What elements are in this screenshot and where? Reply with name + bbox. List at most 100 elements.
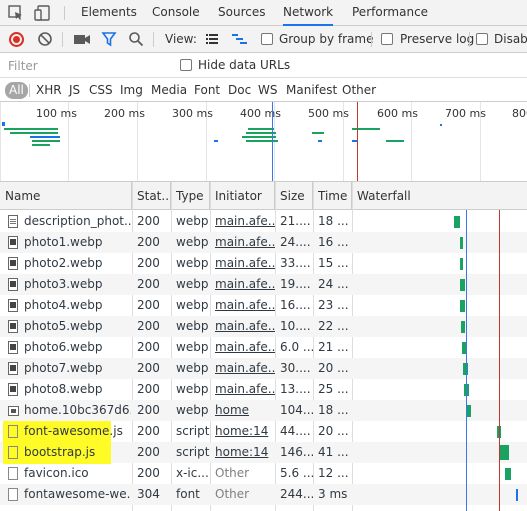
request-initiator-link[interactable]: main.afe... — [210, 253, 275, 274]
filter-funnel-icon[interactable] — [101, 31, 117, 50]
hide-data-urls-checkbox[interactable] — [180, 59, 192, 71]
type-filter-manifest[interactable]: Manifest — [283, 82, 340, 99]
request-type: webp — [176, 256, 209, 270]
type-filter-other[interactable]: Other — [339, 82, 379, 99]
type-filter-css[interactable]: CSS — [86, 82, 116, 99]
group-by-frame-checkbox[interactable] — [261, 33, 273, 45]
doc-icon — [8, 215, 18, 228]
type-filter-font[interactable]: Font — [191, 82, 223, 99]
request-name[interactable]: bootstrap.js — [19, 442, 131, 463]
request-initiator-link[interactable]: main.afe... — [210, 358, 275, 379]
image-icon — [8, 299, 18, 312]
device-toolbar-icon[interactable] — [34, 4, 52, 22]
waterfall-overview-icon[interactable] — [231, 31, 249, 50]
disable-cache-checkbox[interactable] — [476, 33, 488, 45]
type-filter-ws[interactable]: WS — [255, 82, 280, 99]
tab-elements[interactable]: Elements — [81, 0, 137, 26]
tab-network[interactable]: Network — [283, 0, 334, 26]
type-filter-media[interactable]: Media — [148, 82, 190, 99]
request-time: 25 ... — [318, 382, 349, 396]
table-row[interactable]: description_phot... 200 webp main.afe...… — [0, 211, 527, 232]
request-initiator: Other — [215, 466, 250, 480]
request-initiator-link[interactable]: main.afe... — [210, 211, 275, 232]
request-name[interactable]: photo7.webp — [19, 358, 131, 379]
column-header-type[interactable]: Type — [171, 182, 210, 210]
request-name[interactable]: photo1.webp — [19, 232, 131, 253]
table-row[interactable]: photo6.webp 200 webp main.afe... 6.0 ...… — [0, 337, 527, 358]
request-initiator-link[interactable]: main.afe... — [210, 274, 275, 295]
request-name[interactable]: photo3.webp — [19, 274, 131, 295]
request-name[interactable]: home.10bc367d6... — [19, 400, 131, 421]
search-icon[interactable] — [128, 31, 144, 50]
filter-input[interactable] — [4, 56, 168, 75]
table-row[interactable]: fontawesome-we... 304 font Other 244... … — [0, 484, 527, 505]
request-initiator-link[interactable]: main.afe... — [210, 337, 275, 358]
table-row[interactable]: photo3.webp 200 webp main.afe... 19.... … — [0, 274, 527, 295]
tab-sources[interactable]: Sources — [218, 0, 265, 26]
column-header-status[interactable]: Stat... — [132, 182, 171, 210]
table-row[interactable]: bootstrap.js 200 script home:14 146... 4… — [0, 442, 527, 464]
image-icon — [8, 362, 18, 375]
tab-performance[interactable]: Performance — [352, 0, 428, 26]
inspect-element-icon[interactable] — [7, 4, 25, 22]
table-row[interactable]: photo5.webp 200 webp main.afe... 10.... … — [0, 316, 527, 337]
waterfall-bar — [505, 468, 511, 480]
large-rows-icon[interactable] — [204, 31, 220, 50]
request-status: 200 — [137, 256, 160, 270]
column-header-name[interactable]: Name — [0, 182, 132, 210]
network-overview-timeline[interactable]: 100 ms 200 ms 300 ms 400 ms 500 ms 600 m… — [0, 102, 527, 182]
screenshot-camera-icon[interactable] — [73, 31, 91, 50]
request-initiator-link[interactable]: main.afe... — [210, 295, 275, 316]
type-filter-xhr[interactable]: XHR — [33, 82, 65, 99]
preserve-log-checkbox[interactable] — [381, 33, 393, 45]
table-row[interactable]: photo7.webp 200 webp main.afe... 30.... … — [0, 358, 527, 379]
overview-tick-label: 800 ms — [512, 107, 527, 120]
type-filter-all[interactable]: All — [5, 82, 28, 99]
request-name[interactable]: photo2.webp — [19, 253, 131, 274]
request-status: 200 — [137, 298, 160, 312]
request-name[interactable]: favicon.ico — [19, 463, 131, 484]
table-row[interactable]: font-awesome.js 200 script home:14 44...… — [0, 421, 527, 442]
request-status: 200 — [137, 214, 160, 228]
toolbar-divider — [153, 32, 154, 47]
request-size: 146... — [280, 445, 313, 459]
table-row[interactable]: photo4.webp 200 webp main.afe... 16.... … — [0, 295, 527, 316]
record-button[interactable] — [9, 32, 24, 47]
column-header-size[interactable]: Size — [275, 182, 313, 210]
request-name[interactable]: fontawesome-we... — [19, 484, 131, 505]
toolbar-divider — [371, 32, 372, 47]
table-row[interactable]: photo8.webp 200 webp main.afe... 13.... … — [0, 379, 527, 400]
column-header-initiator[interactable]: Initiator — [210, 182, 275, 210]
request-status: 200 — [137, 466, 160, 480]
waterfall-bar — [516, 489, 518, 501]
table-row[interactable]: photo1.webp 200 webp main.afe... 24.... … — [0, 232, 527, 253]
request-status: 200 — [137, 361, 160, 375]
type-filter-js[interactable]: JS — [66, 82, 83, 99]
request-initiator-link[interactable]: main.afe... — [210, 379, 275, 400]
column-header-waterfall[interactable]: Waterfall — [352, 182, 527, 210]
request-name[interactable]: photo6.webp — [19, 337, 131, 358]
request-name[interactable]: photo8.webp — [19, 379, 131, 400]
request-table-body: description_phot... 200 webp main.afe...… — [0, 210, 527, 511]
tab-console[interactable]: Console — [152, 0, 200, 26]
request-initiator-link[interactable]: home:14 — [210, 421, 275, 442]
request-initiator-link[interactable]: home:14 — [210, 442, 275, 463]
clear-icon[interactable] — [37, 31, 53, 50]
column-header-time[interactable]: Time — [313, 182, 352, 210]
waterfall-bar — [460, 237, 463, 249]
request-name[interactable]: photo4.webp — [19, 295, 131, 316]
request-initiator-link[interactable]: main.afe... — [210, 316, 275, 337]
table-row[interactable]: favicon.ico 200 x-ic... Other 5.6 ... 12… — [0, 463, 527, 484]
request-initiator-link[interactable]: main.afe... — [210, 232, 275, 253]
table-row[interactable]: photo2.webp 200 webp main.afe... 33.... … — [0, 253, 527, 274]
request-name[interactable]: photo5.webp — [19, 316, 131, 337]
type-filter-doc[interactable]: Doc — [225, 82, 254, 99]
preserve-log-label: Preserve log — [400, 32, 475, 46]
request-name[interactable]: description_phot... — [19, 211, 131, 232]
type-filter-img[interactable]: Img — [117, 82, 146, 99]
request-size: 104... — [280, 403, 313, 417]
request-name[interactable]: font-awesome.js — [19, 421, 131, 442]
resource-type-filter-bar: All XHR JS CSS Img Media Font Doc WS Man… — [0, 78, 527, 102]
request-initiator-link[interactable]: home — [210, 400, 275, 421]
table-row[interactable]: home.10bc367d6... 200 webp home 104... 1… — [0, 400, 527, 421]
